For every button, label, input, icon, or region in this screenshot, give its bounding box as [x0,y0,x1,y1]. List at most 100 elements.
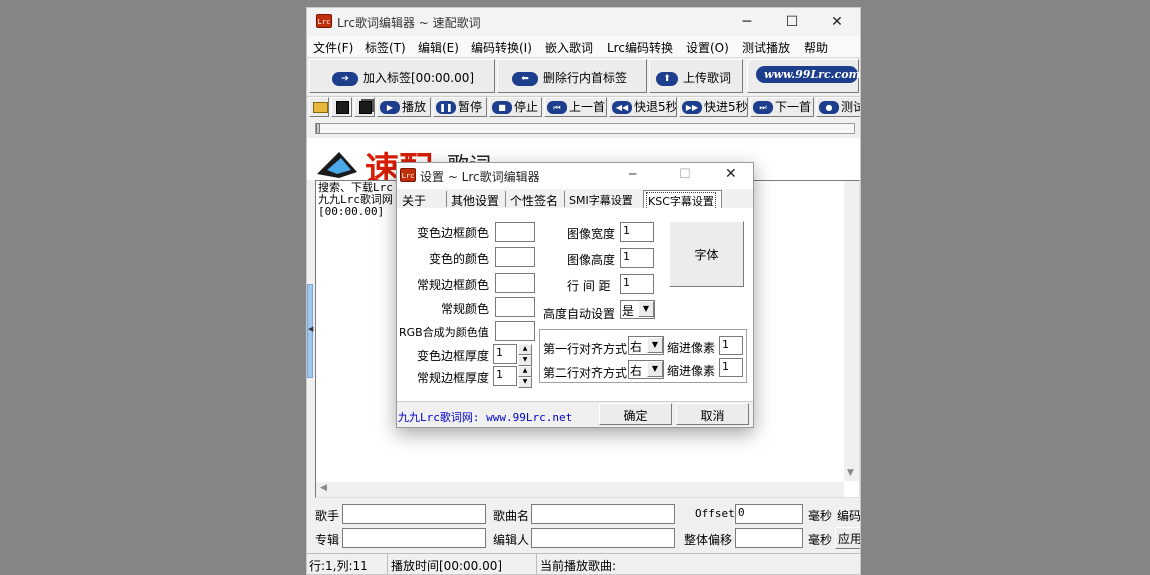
folder-icon [313,102,328,113]
chevron-down-icon[interactable]: ▼ [638,301,654,317]
test-button[interactable]: ●测试 [816,97,860,117]
progress-slider[interactable] [315,123,855,134]
dialog-close-button[interactable]: ✕ [725,166,737,182]
cancel-button[interactable]: 取消 [676,403,749,425]
delete-tag-label: 删除行内首标签 [543,71,628,85]
chevron-down-icon[interactable]: ▼ [647,337,663,353]
editor-line: [00:00.00] [318,205,385,218]
save-as-button[interactable] [354,97,375,117]
ms-label-2: 毫秒 [808,533,833,547]
website-link[interactable]: 九九Lrc歌词网: www.99Lrc.net [398,409,572,425]
menu-edit[interactable]: 编辑(E) [418,39,459,56]
stop-button[interactable]: ■ 停止 [489,97,542,117]
menu-test-play[interactable]: 测试播放 [742,39,790,56]
line-spacing-input[interactable]: 1 [620,274,654,294]
pause-button[interactable]: ❚❚ 暂停 [433,97,487,117]
progress-thumb[interactable] [316,123,320,134]
maximize-button[interactable]: ☐ [770,8,814,36]
tab-smi-settings[interactable]: SMI字幕设置 [569,192,633,208]
settings-dialog: Lrc 设置 ~ Lrc歌词编辑器 ─ ☐ ✕ 关于 其他设置 个性签名 SMI… [396,162,754,428]
normal-border-thickness-spinner[interactable]: ▲ ▼ [518,366,532,388]
normal-border-color-input[interactable] [495,273,535,293]
editor-name-input[interactable] [531,528,675,548]
scroll-down-icon[interactable]: ▼ [847,468,854,478]
menu-help[interactable]: 帮助 [804,39,828,56]
spin-up-icon[interactable]: ▲ [518,344,532,355]
side-panel-handle[interactable]: ◀ [307,284,313,378]
play-icon: ▶ [380,101,400,114]
next-button[interactable]: ⏭ 下一首 [750,97,814,117]
apply-button[interactable]: 应用 [835,527,860,549]
rewind-label: 快退5秒 [634,100,677,114]
tab-signature[interactable]: 个性签名 [510,192,558,209]
indent2-input[interactable]: 1 [719,358,743,377]
current-song: 当前播放歌曲: [540,559,617,573]
delete-tag-button[interactable]: ⬅ 删除行内首标签 [497,59,647,93]
prev-button[interactable]: ⏮ 上一首 [544,97,607,117]
encoding-label: 编码 [837,509,861,523]
spin-down-icon[interactable]: ▼ [518,377,532,388]
singer-input[interactable] [342,504,486,524]
line1-align-label: 第一行对齐方式 [543,342,628,356]
horizontal-scrollbar[interactable]: ◀ [316,482,844,497]
collapse-arrow-icon: ◀ [308,325,314,333]
menu-tag[interactable]: 标签(T) [365,39,406,56]
play-label: 播放 [402,100,427,114]
minimize-button[interactable]: ─ [725,8,769,36]
change-border-thickness-input[interactable]: 1 [493,344,517,364]
skip-forward-icon: ⏭ [753,101,773,114]
normal-border-thickness-input[interactable]: 1 [493,366,517,386]
vertical-scrollbar[interactable]: ▼ [844,181,859,481]
open-file-button[interactable] [309,97,329,117]
rgb-color-input[interactable] [495,321,535,341]
menu-lrc-encode[interactable]: Lrc编码转换 [607,39,673,56]
play-button[interactable]: ▶ 播放 [377,97,431,117]
test-label: 测试 [841,100,860,114]
ok-button[interactable]: 确定 [599,403,672,425]
dialog-maximize-button[interactable]: ☐ [679,167,691,182]
stop-label: 停止 [514,100,539,114]
editor-name-label: 编辑人 [493,533,530,547]
forward-button[interactable]: ▶▶ 快进5秒 [679,97,748,117]
line2-align-select[interactable]: 右 ▼ [628,360,664,379]
offset-input[interactable]: 0 [735,504,803,524]
change-border-thickness-label: 变色边框厚度 [417,349,490,363]
change-border-color-input[interactable] [495,222,535,242]
menu-embed-lyrics[interactable]: 嵌入歌词 [545,39,593,56]
play-time: 播放时间[00:00.00] [391,559,503,573]
tab-ksc-settings[interactable]: KSC字幕设置 [643,190,722,210]
auto-height-select[interactable]: 是 ▼ [620,300,655,319]
overall-offset-input[interactable] [735,528,803,548]
spin-down-icon[interactable]: ▼ [518,355,532,366]
close-button[interactable]: ✕ [815,8,859,36]
chevron-down-icon[interactable]: ▼ [647,361,663,377]
font-button[interactable]: 字体 [669,221,744,287]
rewind-button[interactable]: ◀◀ 快退5秒 [609,97,677,117]
indent2-label: 缩进像素 [667,364,716,378]
image-width-input[interactable]: 1 [620,222,654,242]
website-button[interactable]: www.99Lrc.com [747,59,860,93]
normal-color-input[interactable] [495,297,535,317]
upload-button[interactable]: ⬆ 上传歌词 [649,59,743,93]
skip-back-icon: ⏮ [547,101,567,114]
save-button[interactable] [331,97,352,117]
tab-other-settings[interactable]: 其他设置 [451,192,499,209]
menu-settings[interactable]: 设置(O) [686,39,729,56]
scroll-left-icon[interactable]: ◀ [320,483,327,493]
change-color-input[interactable] [495,247,535,267]
album-input[interactable] [342,528,486,548]
menu-encode-convert[interactable]: 编码转换(I) [471,39,532,56]
image-height-input[interactable]: 1 [620,248,654,268]
stop-icon: ■ [492,101,512,114]
song-title-input[interactable] [531,504,675,524]
indent1-input[interactable]: 1 [719,336,743,355]
line1-align-select[interactable]: 右 ▼ [628,336,664,355]
tab-about[interactable]: 关于 [402,192,426,209]
dialog-minimize-button[interactable]: ─ [629,167,636,181]
spin-up-icon[interactable]: ▲ [518,366,532,377]
add-tag-button[interactable]: ➔ 加入标签[00:00.00] [309,59,495,93]
change-border-thickness-spinner[interactable]: ▲ ▼ [518,344,532,366]
singer-label: 歌手 [315,509,340,523]
menu-file[interactable]: 文件(F) [313,39,353,56]
floppy-icon [336,101,349,114]
